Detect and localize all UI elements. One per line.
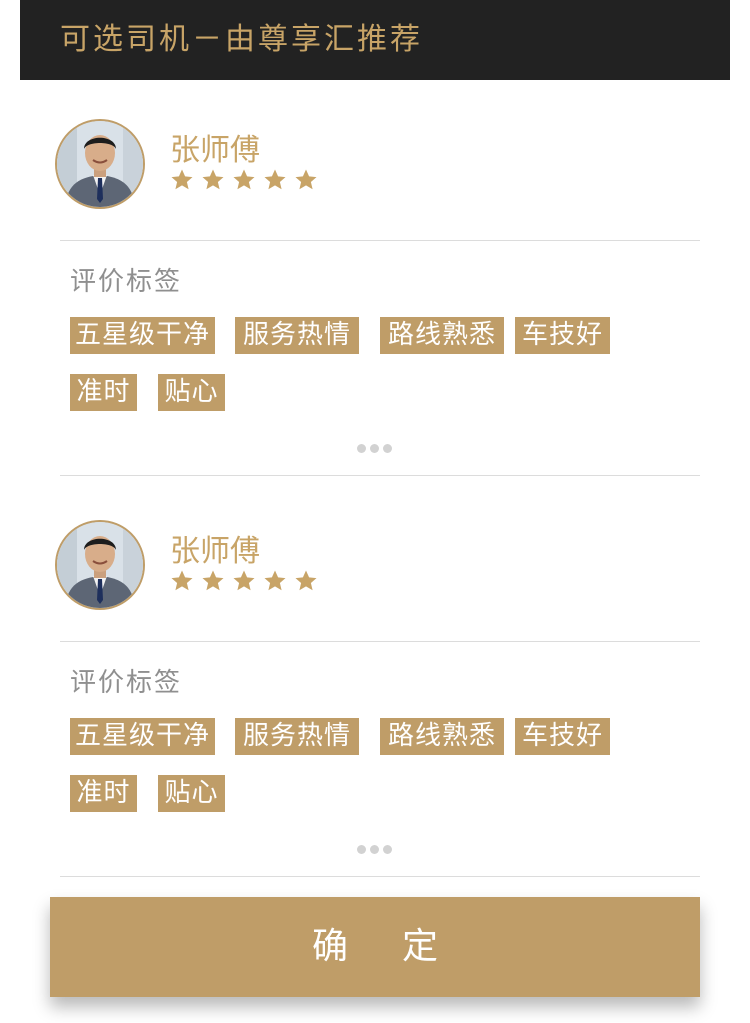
star-icon	[171, 169, 193, 190]
star-icon	[202, 570, 224, 591]
driver-name: 张师傅	[170, 133, 260, 168]
star-icon	[233, 570, 255, 591]
star-icon	[295, 570, 317, 591]
page-title: 可选司机－由尊享汇推荐	[60, 22, 423, 57]
star-icon	[264, 570, 286, 591]
driver-photo-icon	[57, 522, 143, 608]
star-icon	[264, 169, 286, 190]
star-icon	[233, 169, 255, 190]
tag: 服务热情	[235, 718, 359, 755]
tags-title: 评价标签	[70, 267, 183, 297]
rating-stars	[170, 569, 318, 593]
divider	[60, 641, 700, 642]
tag: 车技好	[515, 317, 610, 354]
driver-avatar	[55, 119, 145, 209]
driver-photo-icon	[57, 121, 143, 207]
tag: 五星级干净	[70, 718, 215, 755]
driver-name: 张师傅	[170, 534, 260, 569]
tag: 准时	[70, 374, 137, 411]
rating-stars	[170, 168, 318, 192]
star-icon	[202, 169, 224, 190]
divider	[60, 475, 700, 476]
star-icon	[171, 570, 193, 591]
tag: 服务热情	[235, 317, 359, 354]
divider	[60, 876, 700, 877]
tags-title: 评价标签	[70, 668, 183, 698]
tag: 贴心	[158, 775, 225, 812]
more-dots-icon[interactable]	[357, 845, 392, 855]
tag: 车技好	[515, 718, 610, 755]
page-header: 可选司机－由尊享汇推荐	[20, 0, 730, 80]
driver-avatar	[55, 520, 145, 610]
tag: 贴心	[158, 374, 225, 411]
divider	[60, 240, 700, 241]
tag: 路线熟悉	[380, 718, 504, 755]
tag: 五星级干净	[70, 317, 215, 354]
tag: 路线熟悉	[380, 317, 504, 354]
more-dots-icon[interactable]	[357, 444, 392, 454]
confirm-button[interactable]: 确定	[50, 897, 700, 997]
star-icon	[295, 169, 317, 190]
tag: 准时	[70, 775, 137, 812]
